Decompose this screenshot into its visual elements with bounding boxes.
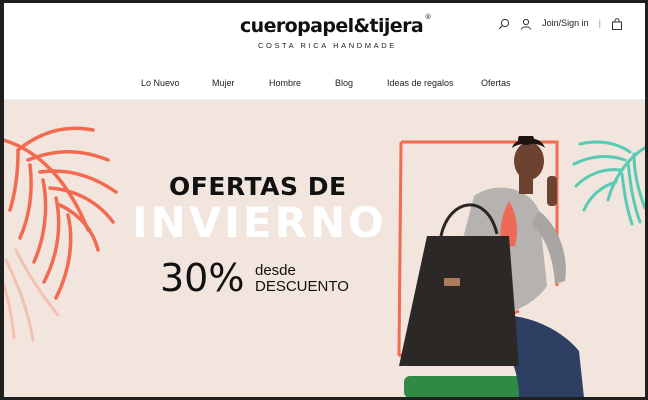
- nav-lo-nuevo[interactable]: Lo Nuevo: [141, 78, 180, 88]
- search-icon[interactable]: [498, 17, 510, 30]
- promo-line-2: INVIERNO: [132, 198, 387, 247]
- palm-leaf-left-icon: [4, 126, 118, 342]
- nav-ideas-de-regalos[interactable]: Ideas de regalos: [387, 78, 454, 88]
- join-signin-link[interactable]: Join/Sign in: [542, 18, 589, 28]
- hero-banner[interactable]: OFERTAS DE INVIERNO 30% desde DESCUENTO: [4, 100, 645, 397]
- user-icon[interactable]: [520, 17, 532, 30]
- brand-logo-text: cueropapel&tijera: [240, 15, 424, 37]
- header-separator: |: [598, 18, 601, 28]
- header-actions: Join/Sign in |: [498, 17, 623, 30]
- promo-discount-text: desde DESCUENTO: [255, 263, 349, 295]
- nav-blog[interactable]: Blog: [335, 78, 353, 88]
- promo-descuento: DESCUENTO: [255, 278, 349, 295]
- nav-mujer[interactable]: Mujer: [212, 78, 235, 88]
- promo-percent: 30%: [160, 256, 245, 300]
- main-nav: Lo Nuevo Mujer Hombre Blog Ideas de rega…: [4, 66, 645, 100]
- nav-hombre[interactable]: Hombre: [269, 78, 301, 88]
- promo-desde: desde: [255, 262, 296, 279]
- shopping-bag-icon[interactable]: [611, 17, 623, 30]
- promo-line-1: OFERTAS DE: [169, 172, 347, 201]
- brand-tagline: COSTA RICA HANDMADE: [258, 41, 397, 50]
- browser-viewport: cueropapel&tijera ® COSTA RICA HANDMADE J…: [4, 3, 645, 397]
- brand-logo[interactable]: cueropapel&tijera ®: [240, 13, 432, 37]
- nav-ofertas[interactable]: Ofertas: [481, 78, 511, 88]
- model-with-bag-image: [397, 136, 584, 397]
- site-header: cueropapel&tijera ® COSTA RICA HANDMADE J…: [4, 3, 645, 66]
- registered-mark: ®: [424, 13, 432, 21]
